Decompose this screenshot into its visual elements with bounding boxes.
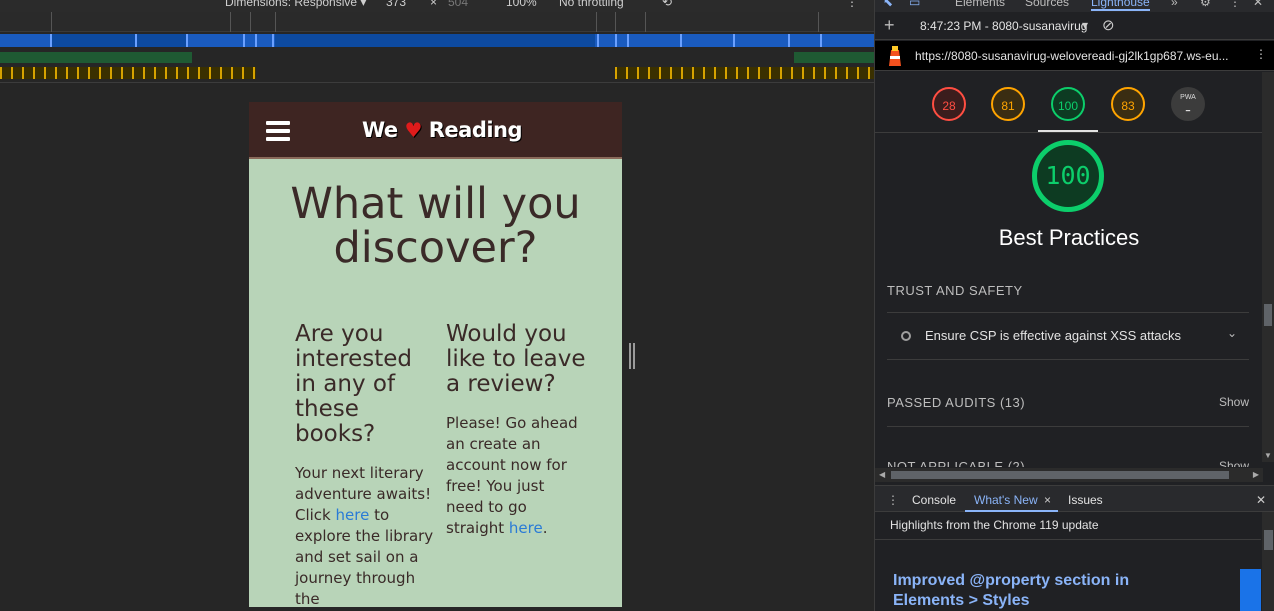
review-text: Please! Go ahead an create an account no…	[446, 413, 586, 539]
timeline-frames-bar-2	[615, 67, 874, 79]
tab-issues[interactable]: Issues	[1068, 493, 1103, 507]
devtools-tabbar: ⬉ ▭ Elements Sources Lighthouse » ⚙ ⋮ ✕	[875, 0, 1274, 12]
tab-lighthouse[interactable]: Lighthouse	[1091, 0, 1150, 11]
review-heading: Would you like to leave a review?	[446, 321, 586, 397]
review-text-b: .	[542, 519, 548, 537]
rotate-icon[interactable]: ⟲	[662, 0, 672, 9]
divider	[875, 539, 1261, 540]
timeline-ruler	[0, 12, 874, 32]
height-input[interactable]: 504	[448, 0, 468, 9]
drawer-tabbar: ⋮ Console What's New × Issues ✕	[875, 485, 1274, 512]
divider	[887, 359, 1249, 360]
dimensions-select[interactable]: Dimensions: Responsive ▾	[225, 0, 366, 9]
timeline-green-bar-2	[794, 52, 874, 63]
width-input[interactable]: 373	[386, 0, 406, 9]
screen: Dimensions: Responsive ▾ 373 × 504 100% …	[0, 0, 1274, 611]
books-column: Are you interested in any of these books…	[295, 321, 435, 608]
timeline-frames-bar	[0, 67, 256, 79]
divider	[887, 426, 1249, 427]
show-passed-button[interactable]: Show	[1219, 395, 1249, 409]
library-link[interactable]: here	[336, 506, 370, 524]
site-header: We ♥ Reading	[249, 102, 622, 159]
report-select[interactable]: 8:47:23 PM - 8080-susanavirug	[920, 19, 1090, 33]
review-column: Would you like to leave a review? Please…	[446, 322, 586, 539]
mobile-viewport: We ♥ Reading What will you discover? Are…	[249, 102, 622, 607]
books-heading: Are you interested in any of these books…	[295, 321, 412, 447]
audit-csp[interactable]: Ensure CSP is effective against XSS atta…	[887, 313, 1249, 359]
tab-whats-new[interactable]: What's New	[974, 493, 1038, 507]
scroll-down-icon[interactable]: ▼	[1264, 451, 1272, 460]
scroll-right-icon[interactable]: ▶	[1253, 470, 1259, 479]
section-not-applicable[interactable]: NOT APPLICABLE (2)	[887, 459, 1025, 467]
brand-we: We	[362, 118, 398, 142]
hero-title: What will you discover?	[290, 179, 581, 273]
section-trust-safety: TRUST AND SAFETY	[887, 283, 1023, 298]
new-report-icon[interactable]: +	[884, 15, 895, 36]
promo-image	[1240, 569, 1261, 611]
timeline-network-bar	[0, 34, 874, 47]
books-text: Your next literary adventure awaits! Cli…	[295, 463, 435, 607]
viewport-resize-handle[interactable]	[629, 343, 635, 369]
show-not-applicable-button[interactable]: Show	[1219, 459, 1249, 467]
signup-link[interactable]: here	[509, 519, 543, 537]
hamburger-menu-icon[interactable]	[266, 121, 290, 141]
device-emulation-pane: Dimensions: Responsive ▾ 373 × 504 100% …	[0, 0, 874, 611]
drawer-scrollbar-thumb[interactable]	[1264, 530, 1273, 550]
tab-sources[interactable]: Sources	[1025, 0, 1069, 9]
device-toolbar: Dimensions: Responsive ▾ 373 × 504 100% …	[0, 0, 874, 12]
heart-icon: ♥	[404, 118, 422, 142]
audited-url[interactable]: https://8080-susanavirug-welovereadi-gj2…	[915, 49, 1240, 63]
scrollbar-thumb[interactable]	[1264, 304, 1272, 326]
tab-console[interactable]: Console	[912, 493, 956, 507]
divider	[0, 82, 874, 83]
tab-elements[interactable]: Elements	[955, 0, 1005, 9]
timeline-green-bar	[0, 52, 192, 63]
lighthouse-toolbar: + 8:47:23 PM - 8080-susanavirug ▾ ⊘	[875, 13, 1274, 40]
close-drawer-icon[interactable]: ✕	[1256, 493, 1266, 507]
h-scrollbar-thumb[interactable]	[891, 471, 1229, 479]
close-devtools-icon[interactable]: ✕	[1253, 0, 1263, 9]
inspect-element-icon[interactable]: ⬉	[883, 0, 893, 9]
throttling-select[interactable]: No throttling	[559, 0, 624, 9]
more-options-icon[interactable]: ⋮	[846, 0, 858, 9]
audit-csp-title: Ensure CSP is effective against XSS atta…	[925, 328, 1182, 343]
times-sign: ×	[430, 0, 438, 9]
report-menu-icon[interactable]: ⋮	[1255, 47, 1267, 61]
category-title: Best Practices	[998, 225, 1140, 250]
report-dropdown-icon[interactable]: ▾	[1082, 18, 1088, 32]
settings-icon[interactable]: ⚙	[1200, 0, 1211, 9]
category-score-gauge: 100	[1032, 140, 1104, 212]
informative-icon	[901, 331, 911, 341]
devtools-panel: ⬉ ▭ Elements Sources Lighthouse » ⚙ ⋮ ✕ …	[874, 0, 1274, 611]
close-tab-icon[interactable]: ×	[1044, 493, 1051, 507]
brand-logo[interactable]: We ♥ Reading	[362, 118, 523, 142]
report-horizontal-scrollbar[interactable]: ◀ ▶	[875, 468, 1263, 482]
section-passed-audits[interactable]: PASSED AUDITS (13)	[887, 395, 1025, 410]
brand-reading: Reading	[428, 118, 523, 142]
highlights-text: Highlights from the Chrome 119 update	[890, 518, 1099, 532]
drawer-menu-icon[interactable]: ⋮	[887, 493, 899, 507]
zoom-select[interactable]: 100%	[506, 0, 537, 9]
more-tabs-icon[interactable]: »	[1171, 0, 1178, 9]
device-toolbar-icon[interactable]: ▭	[909, 0, 920, 9]
dimensions-label: Dimensions: Responsive	[225, 0, 358, 9]
lighthouse-icon	[889, 46, 901, 66]
chevron-down-icon[interactable]: ⌄	[1227, 326, 1237, 340]
lighthouse-url-bar: https://8080-susanavirug-welovereadi-gj2…	[875, 41, 1274, 71]
lighthouse-report: 100 Best Practices TRUST AND SAFETY Ensu…	[875, 72, 1263, 467]
scroll-left-icon[interactable]: ◀	[879, 470, 885, 479]
clear-icon[interactable]: ⊘	[1102, 16, 1115, 34]
whats-new-panel: Highlights from the Chrome 119 update Im…	[875, 512, 1274, 611]
customize-icon[interactable]: ⋮	[1229, 0, 1241, 9]
report-vertical-scrollbar[interactable]: ▼	[1262, 72, 1274, 462]
whats-new-title[interactable]: Improved @property section in Elements >…	[893, 571, 1143, 611]
drawer-scrollbar[interactable]	[1262, 512, 1274, 611]
